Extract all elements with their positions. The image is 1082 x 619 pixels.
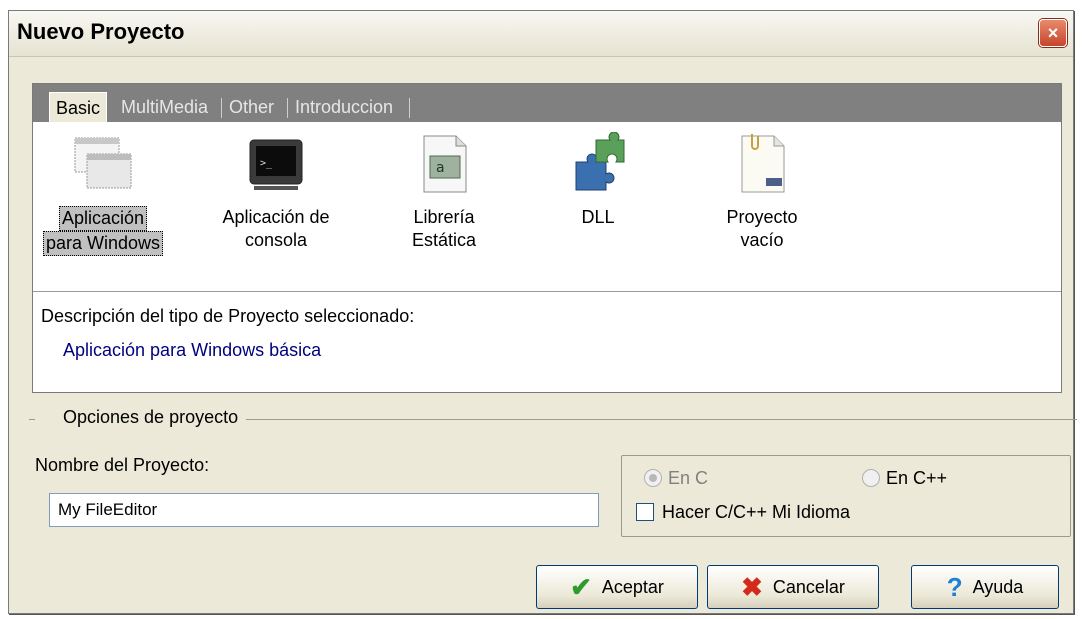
project-label-line: para Windows [42,231,164,256]
radio-c-label: En C [668,468,709,488]
project-label-line: Aplicación de [222,207,330,227]
tab-separator [287,98,288,118]
project-label-line: Aplicación [58,206,148,231]
svg-text:a: a [436,160,445,176]
checkbox-box [636,503,654,521]
dll-puzzle-icon [575,132,625,191]
help-label: Ayuda [972,576,1024,597]
project-label: Proyecto vacío [687,206,837,252]
project-name-label: Nombre del Proyecto: [35,455,210,475]
tab-introduccion[interactable]: Introduccion [289,92,399,122]
svg-text:>_: >_ [260,158,273,169]
project-label: Aplicación para Windows [28,206,178,256]
project-label-line: Proyecto [726,207,798,227]
project-label-line: DLL [581,207,615,227]
project-label: Aplicación de consola [201,206,351,252]
description-text: Aplicación para Windows básica [63,340,322,360]
project-empty[interactable]: Proyecto vacío [687,122,837,292]
description-panel: Descripción del tipo de Proyecto selecci… [33,292,1061,392]
project-label: Librería Estática [369,206,519,252]
radio-c[interactable]: En C [644,468,708,489]
help-question-icon: ? [946,572,963,602]
radio-indicator [862,469,880,487]
project-label-line: Librería [413,207,475,227]
cancel-label: Cancelar [772,576,845,597]
options-legend: Opciones de proyecto [35,407,247,428]
new-project-dialog: Nuevo Proyecto × Basic MultiMedia Other … [8,10,1077,614]
tab-basic[interactable]: Basic [49,92,108,122]
project-label-line: Estática [411,230,477,250]
accept-label: Aceptar [601,576,664,597]
project-label-line: consola [244,230,308,250]
close-icon: × [1047,22,1059,43]
project-windows-app[interactable]: Aplicación para Windows [28,122,178,292]
tab-other[interactable]: Other [223,92,280,122]
my-language-checkbox[interactable]: Hacer C/C++ Mi Idioma [636,502,850,523]
checkmark-icon: ✔ [570,572,592,602]
radio-cpp-label: En C++ [886,468,948,488]
static-library-icon: a [423,135,467,193]
tab-strip: Basic MultiMedia Other Introduccion [33,84,1061,122]
checkbox-label: Hacer C/C++ Mi Idioma [662,502,851,522]
project-name-input[interactable] [49,493,599,527]
windows-app-icon [74,137,132,189]
project-console-app[interactable]: >_ Aplicación de consola [201,122,351,292]
dialog-title: Nuevo Proyecto [17,19,185,44]
project-type-list: Aplicación para Windows >_ Aplicación de… [33,122,1061,292]
close-button[interactable]: × [1039,19,1067,47]
empty-project-icon [741,134,785,193]
title-bar[interactable]: Nuevo Proyecto × [9,11,1073,57]
project-label-line: vacío [740,230,784,250]
tab-separator [221,98,222,118]
radio-indicator [644,469,662,487]
console-icon: >_ [249,139,303,190]
help-button[interactable]: ? Ayuda [911,565,1059,609]
tab-multimedia[interactable]: MultiMedia [115,92,214,122]
cancel-x-icon: ✖ [741,572,763,602]
radio-cpp[interactable]: En C++ [862,468,947,489]
accept-button[interactable]: ✔ Aceptar [536,565,698,609]
cancel-button[interactable]: ✖ Cancelar [707,565,879,609]
project-dll[interactable]: DLL [523,122,673,292]
project-static-library[interactable]: a Librería Estática [369,122,519,292]
description-title: Descripción del tipo de Proyecto selecci… [41,306,415,326]
project-label: DLL [523,206,673,229]
project-type-tabs: Basic MultiMedia Other Introduccion Apli… [32,83,1062,393]
tab-separator [409,98,410,118]
language-options: En C En C++ Hacer C/C++ Mi Idioma [621,455,1071,537]
